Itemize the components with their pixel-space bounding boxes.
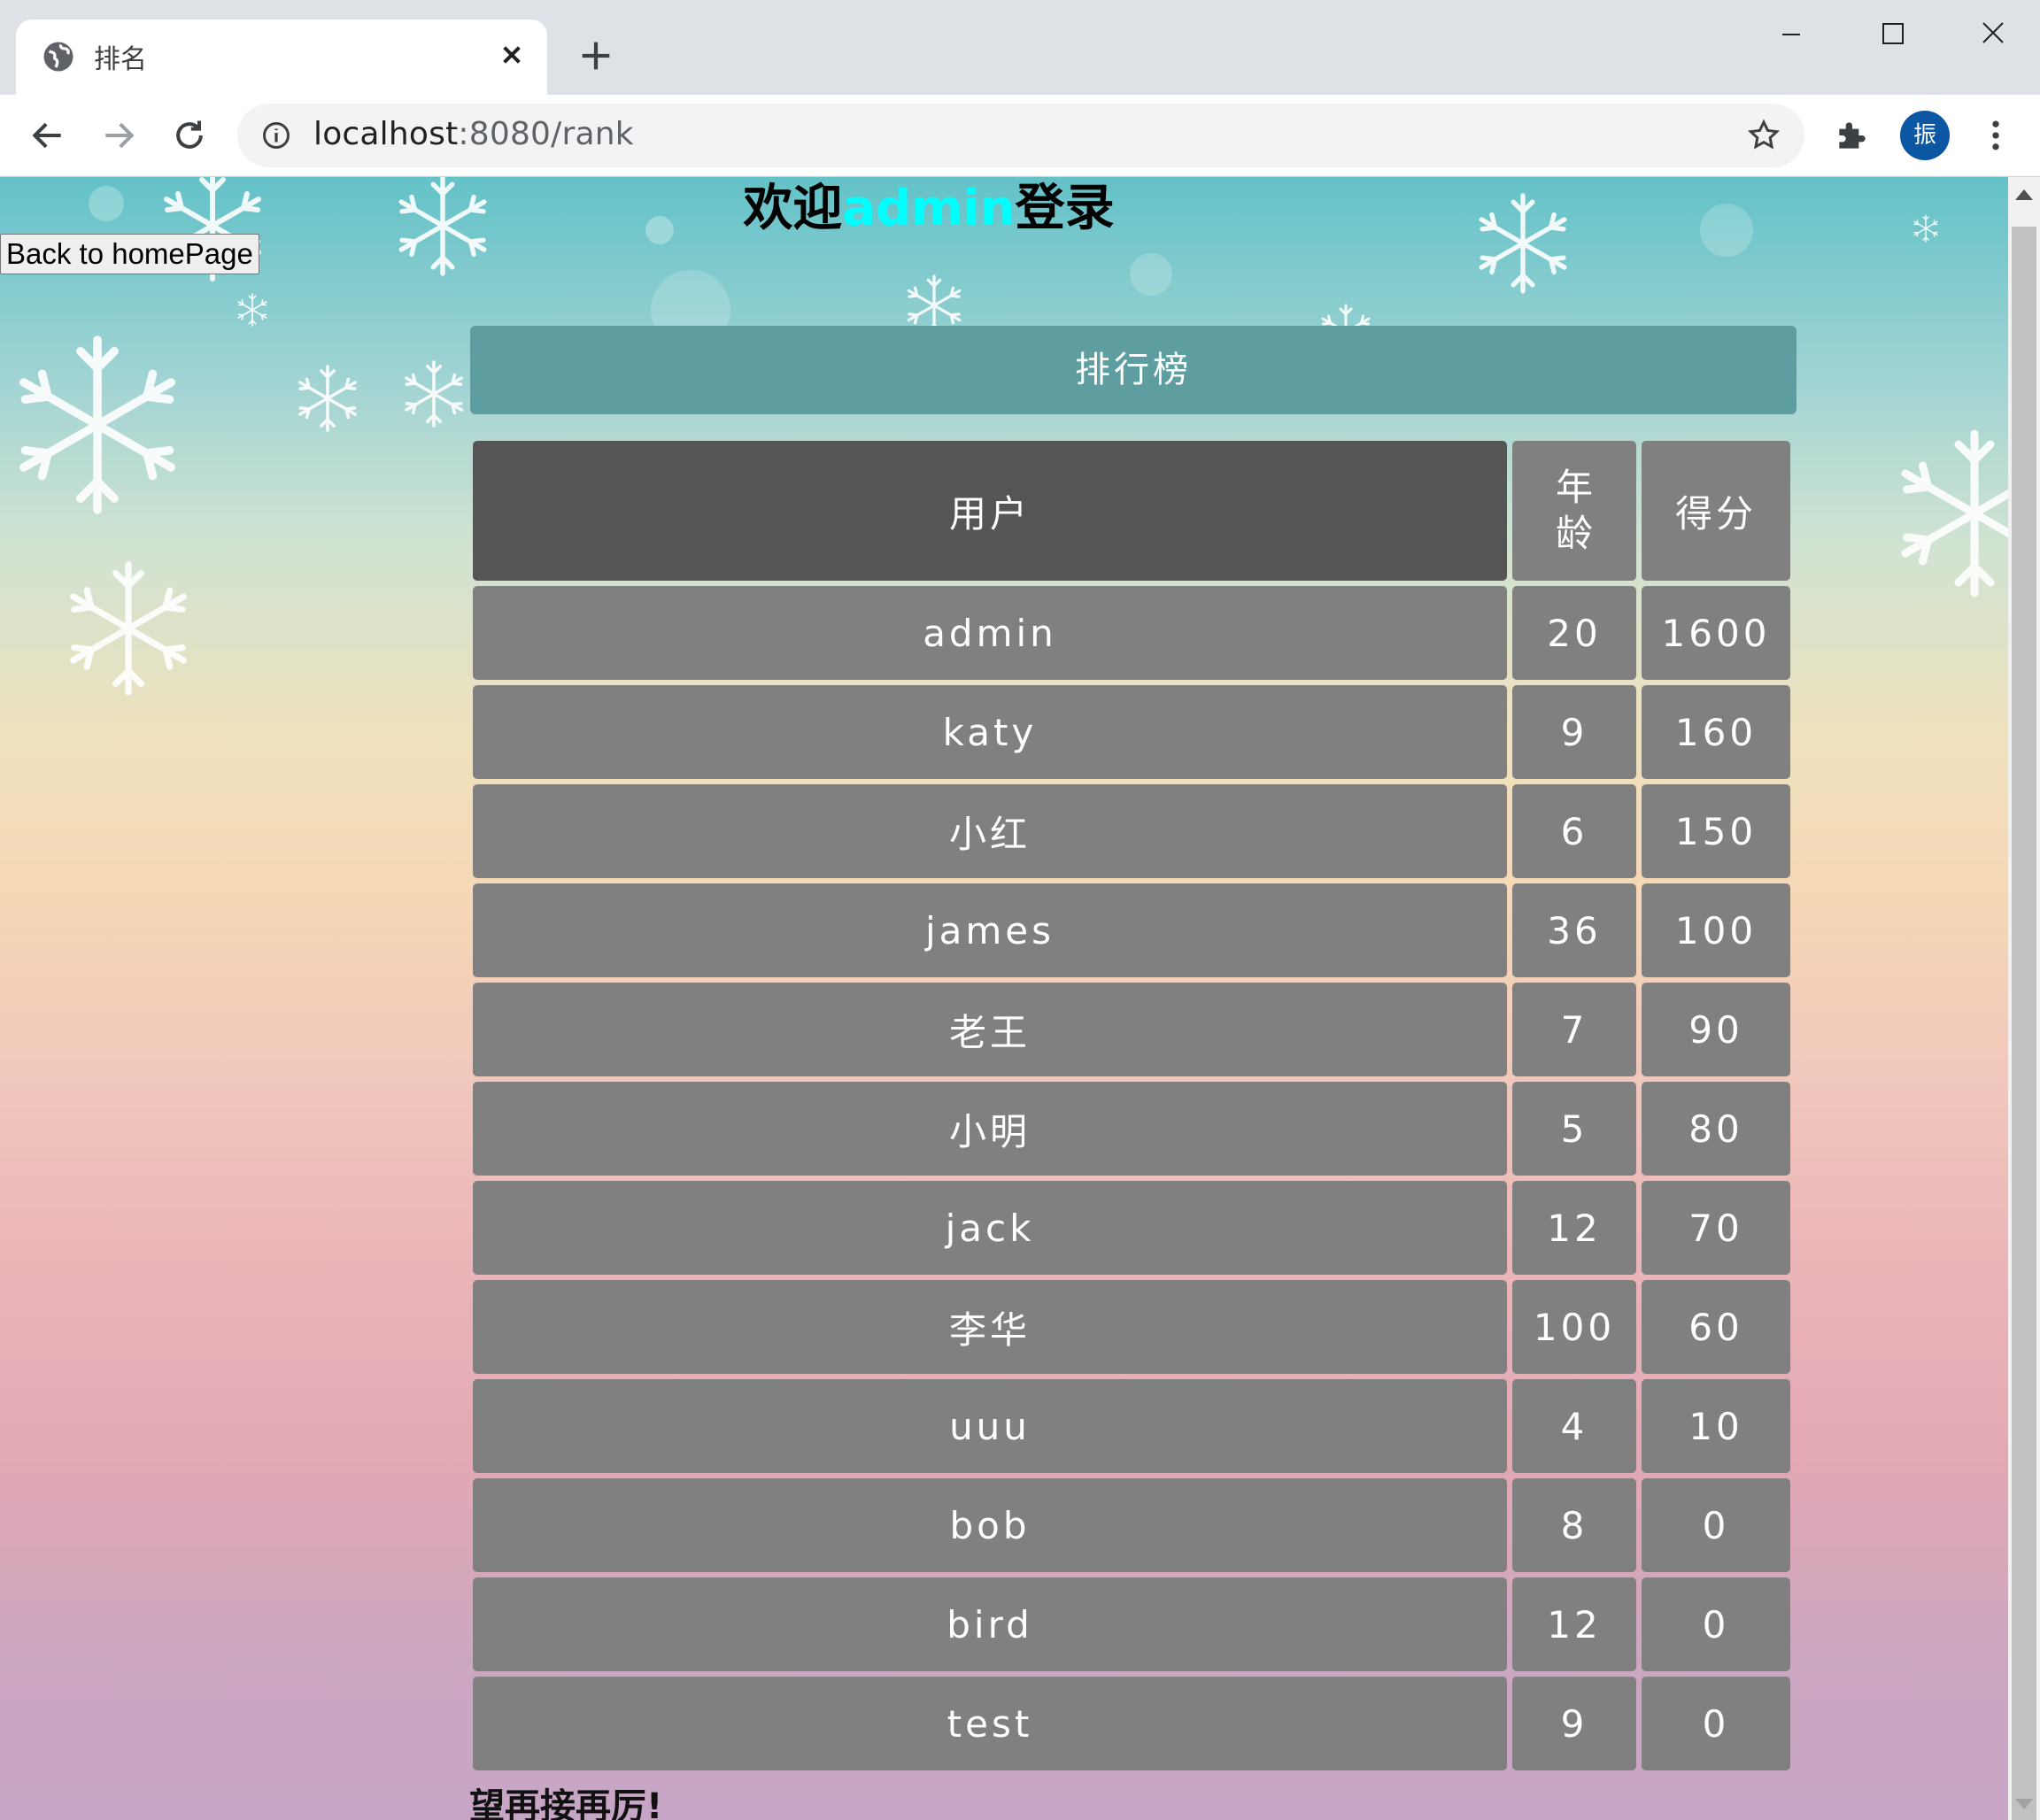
new-tab-icon[interactable] [576,35,616,76]
cell-age: 6 [1512,784,1636,878]
cell-user: 李华 [473,1280,1507,1374]
cell-score: 70 [1642,1181,1790,1275]
table-row: 老王 7 90 [473,983,1790,1076]
cell-score: 1600 [1642,586,1790,680]
cell-user: jack [473,1181,1507,1275]
cell-age: 5 [1512,1082,1636,1176]
scroll-up-arrow-icon[interactable] [2015,189,2033,200]
table-row: uuu 4 10 [473,1379,1790,1473]
table-row: bob 8 0 [473,1478,1790,1572]
cell-user: 小明 [473,1082,1507,1176]
tab-strip: 排名 [0,0,2040,95]
close-window-icon[interactable] [1962,12,2024,57]
site-info-icon[interactable] [260,120,292,151]
cell-user: uuu [473,1379,1507,1473]
globe-icon [43,42,73,72]
cell-user: james [473,883,1507,977]
welcome-heading: 欢迎admin登录 [0,177,2008,240]
table-row: jack 12 70 [473,1181,1790,1275]
reload-icon[interactable] [170,116,209,155]
table-body: admin 20 1600 katy 9 160 小红 6 150 james 36 100 老王 7 90… [473,586,1790,1770]
column-header-age-label: 年龄 [1555,466,1593,555]
cell-score: 150 [1642,784,1790,878]
table-row: james 36 100 [473,883,1790,977]
cell-score: 0 [1642,1478,1790,1572]
back-to-homepage-button[interactable]: Back to homePage [0,234,259,274]
cell-age: 36 [1512,883,1636,977]
minimize-icon[interactable] [1760,12,1822,57]
column-header-age: 年龄 [1512,441,1636,581]
cell-age: 12 [1512,1577,1636,1671]
profile-avatar[interactable]: 振 [1900,111,1950,160]
maximize-icon[interactable] [1861,12,1923,57]
cell-age: 12 [1512,1181,1636,1275]
cell-user: test [473,1677,1507,1770]
table-row: 小红 6 150 [473,784,1790,878]
table-row: 小明 5 80 [473,1082,1790,1176]
cell-age: 9 [1512,685,1636,779]
cell-user: bird [473,1577,1507,1671]
url-text[interactable]: localhost:8080/rank [313,116,634,152]
bookmark-star-icon[interactable] [1746,118,1781,153]
table-row: bird 12 0 [473,1577,1790,1671]
cell-user: bob [473,1478,1507,1572]
cell-age: 100 [1512,1280,1636,1374]
welcome-suffix: 登录 [1015,180,1115,237]
table-row: katy 9 160 [473,685,1790,779]
cell-age: 7 [1512,983,1636,1076]
table-row: 李华 100 60 [473,1280,1790,1374]
forward-arrow-icon[interactable] [99,116,138,155]
cell-score: 100 [1642,883,1790,977]
table-row: test 9 0 [473,1677,1790,1770]
page-viewport: 欢迎admin登录 Back to homePage 排行榜 用户 年龄 得分 … [0,177,2008,1820]
column-header-score: 得分 [1642,441,1790,581]
cell-user: admin [473,586,1507,680]
browser-toolbar: localhost:8080/rank 振 [0,95,2040,177]
table-row: admin 20 1600 [473,586,1790,680]
cell-score: 80 [1642,1082,1790,1176]
leaderboard-table: 用户 年龄 得分 admin 20 1600 katy 9 160 小红 6 150 james 3… [468,436,1796,1776]
cell-score: 160 [1642,685,1790,779]
scrollbar-thumb[interactable] [2012,227,2036,1820]
cell-age: 20 [1512,586,1636,680]
cell-score: 10 [1642,1379,1790,1473]
cell-user: 小红 [473,784,1507,878]
tab-title: 排名 [94,44,147,75]
browser-tab[interactable]: 排名 [16,19,547,95]
encouragement-message: 望再接再厉! [469,1786,663,1820]
welcome-prefix: 欢迎 [743,180,843,237]
cell-user: katy [473,685,1507,779]
extensions-puzzle-icon[interactable] [1833,116,1872,155]
vertical-scrollbar[interactable] [2008,177,2040,1820]
cell-score: 90 [1642,983,1790,1076]
scroll-down-arrow-icon[interactable] [2015,1799,2033,1809]
cell-age: 9 [1512,1677,1636,1770]
column-header-user: 用户 [473,441,1507,581]
url-host: localhost [313,116,459,152]
cell-score: 60 [1642,1280,1790,1374]
cell-score: 0 [1642,1577,1790,1671]
address-bar[interactable]: localhost:8080/rank [237,104,1804,167]
more-menu-icon[interactable] [1976,116,2015,155]
cell-age: 4 [1512,1379,1636,1473]
close-tab-icon[interactable] [494,37,529,73]
cell-user: 老王 [473,983,1507,1076]
welcome-username: admin [842,180,1016,237]
url-path: :8080/rank [458,116,634,152]
leaderboard-title-bar: 排行榜 [470,326,1797,414]
cell-age: 8 [1512,1478,1636,1572]
table-header-row: 用户 年龄 得分 [473,441,1790,581]
cell-score: 0 [1642,1677,1790,1770]
back-arrow-icon[interactable] [28,116,67,155]
